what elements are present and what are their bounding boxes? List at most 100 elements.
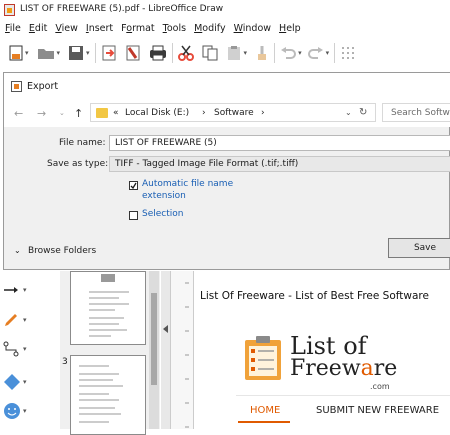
- nav-home-underline: [238, 421, 290, 423]
- document-heading: List Of Freeware - List of Best Free Sof…: [200, 290, 429, 302]
- standard-toolbar: ▾ ▾ ▾ ▾ ▾ ▾: [0, 38, 450, 68]
- menu-insert[interactable]: Insert: [86, 23, 113, 34]
- menu-window[interactable]: Window: [234, 23, 271, 34]
- open-button[interactable]: ▾: [37, 42, 60, 64]
- page-thumbnail[interactable]: [70, 271, 146, 345]
- path-breadcrumb[interactable]: « Local Disk (E:) › Software › ⌄ ↻: [90, 103, 376, 122]
- page-number: 3: [62, 357, 68, 367]
- browse-folders-chevron-icon[interactable]: ⌄: [14, 246, 21, 255]
- refresh-icon[interactable]: ↻: [359, 107, 367, 118]
- redo-button[interactable]: ▾: [307, 42, 329, 64]
- pencil-icon: [5, 314, 17, 326]
- export-dialog: Export ← → ⌄ ↑ « Local Disk (E:) › Softw…: [3, 72, 450, 270]
- vertical-ruler: [170, 271, 194, 429]
- path-dropdown-icon[interactable]: ⌄: [345, 108, 352, 117]
- forward-arrow-icon[interactable]: →: [37, 107, 46, 120]
- save-button-label: Save: [413, 243, 437, 253]
- path-overflow[interactable]: «: [113, 108, 119, 118]
- save-as-type-label: Save as type:: [47, 159, 109, 169]
- checkmark-icon: [130, 182, 137, 189]
- automatic-extension-label[interactable]: Automatic file name: [142, 179, 233, 189]
- paste-icon: [227, 46, 240, 60]
- save-icon: [69, 46, 84, 60]
- basic-shapes-tool[interactable]: ▾: [3, 371, 33, 393]
- menu-modify[interactable]: Modify: [194, 23, 226, 34]
- open-folder-icon: [37, 49, 54, 59]
- recent-locations-chevron-icon[interactable]: ⌄: [59, 109, 65, 117]
- curve-tool[interactable]: ▾: [3, 309, 33, 331]
- toolbar-separator: [334, 43, 336, 63]
- save-as-type-select[interactable]: TIFF - Tagged Image File Format (.tif;.t…: [109, 156, 450, 172]
- file-name-field[interactable]: LIST OF FREEWARE (5): [109, 135, 450, 151]
- toolbar-separator: [94, 43, 96, 63]
- export-pdf-button[interactable]: [125, 42, 141, 64]
- export-button[interactable]: [101, 42, 117, 64]
- path-drive[interactable]: Local Disk (E:): [125, 108, 189, 118]
- search-input[interactable]: Search Software: [391, 108, 450, 118]
- document-canvas: List Of Freeware - List of Best Free Sof…: [196, 271, 450, 429]
- diamond-icon: [4, 374, 20, 390]
- copy-icon: [202, 45, 218, 61]
- line-tool[interactable]: ▾: [3, 279, 33, 301]
- page-thumbnails-panel: 3: [60, 271, 160, 435]
- toolbar-separator: [171, 43, 173, 63]
- search-box[interactable]: Search Software: [382, 103, 450, 122]
- cut-button[interactable]: [177, 42, 194, 64]
- folder-icon: [96, 108, 108, 118]
- path-separator: ›: [261, 108, 265, 118]
- menu-view[interactable]: View: [55, 23, 78, 34]
- menu-format[interactable]: Format: [121, 23, 155, 34]
- automatic-extension-checkbox[interactable]: [129, 181, 138, 190]
- automatic-extension-label-cont[interactable]: extension: [142, 191, 186, 201]
- nav-home-link: HOME: [250, 405, 281, 416]
- selection-label[interactable]: Selection: [142, 209, 183, 219]
- paste-button[interactable]: ▾: [226, 42, 247, 64]
- file-name-value: LIST OF FREEWARE (5): [115, 138, 217, 148]
- panel-splitter[interactable]: [161, 271, 170, 429]
- scissors-icon: [177, 45, 194, 61]
- nav-submit-link: SUBMIT NEW FREEWARE: [316, 405, 440, 416]
- export-dialog-icon: [11, 81, 22, 92]
- browse-folders-toggle[interactable]: Browse Folders: [28, 246, 96, 256]
- copy-button[interactable]: [202, 42, 218, 64]
- address-bar: ← → ⌄ ↑ « Local Disk (E:) › Software › ⌄…: [4, 99, 450, 127]
- menu-file[interactable]: File: [5, 23, 21, 34]
- window-title: LIST OF FREEWARE (5).pdf - LibreOffice D…: [20, 4, 224, 14]
- page-preview: [89, 274, 129, 337]
- symbol-shapes-tool[interactable]: ▾: [3, 400, 33, 422]
- line-arrow-icon: [4, 287, 18, 293]
- page-thumbnail[interactable]: [70, 355, 146, 435]
- menu-bar: File Edit View Insert Format Tools Modify Windo…: [0, 20, 450, 37]
- path-folder[interactable]: Software: [214, 108, 254, 118]
- grid-button[interactable]: [340, 42, 358, 64]
- selection-checkbox[interactable]: [129, 211, 138, 220]
- save-button[interactable]: Save: [388, 238, 450, 258]
- back-arrow-icon[interactable]: ←: [14, 107, 23, 120]
- logo-text-line2: Freeware: [290, 356, 398, 381]
- draw-app-icon: [4, 4, 15, 16]
- menu-help[interactable]: Help: [279, 23, 301, 34]
- menu-tools[interactable]: Tools: [163, 23, 186, 34]
- paintbrush-icon: [258, 46, 267, 60]
- collapse-panel-arrow-icon[interactable]: [163, 325, 168, 333]
- print-button[interactable]: [149, 42, 167, 64]
- connector-tool[interactable]: ▾: [3, 338, 33, 360]
- smiley-icon: [4, 403, 20, 419]
- menu-edit[interactable]: Edit: [29, 23, 47, 34]
- clone-formatting-button[interactable]: [255, 42, 269, 64]
- print-icon: [149, 45, 166, 61]
- save-toolbar-button[interactable]: ▾: [68, 42, 90, 64]
- page-preview: [79, 365, 123, 423]
- dialog-title-bar: Export: [4, 73, 450, 99]
- undo-button[interactable]: ▾: [280, 42, 302, 64]
- new-button[interactable]: ▾: [9, 42, 29, 64]
- dialog-title: Export: [27, 81, 59, 92]
- new-document-icon: [9, 45, 23, 61]
- export-icon: [102, 45, 116, 61]
- scrollbar-thumb[interactable]: [151, 293, 157, 385]
- page-panel-scrollbar[interactable]: [149, 271, 159, 429]
- logo-text-domain: .com: [370, 382, 390, 391]
- file-name-label: File name:: [59, 138, 106, 148]
- redo-icon: [307, 47, 323, 59]
- up-arrow-icon[interactable]: ↑: [74, 107, 83, 120]
